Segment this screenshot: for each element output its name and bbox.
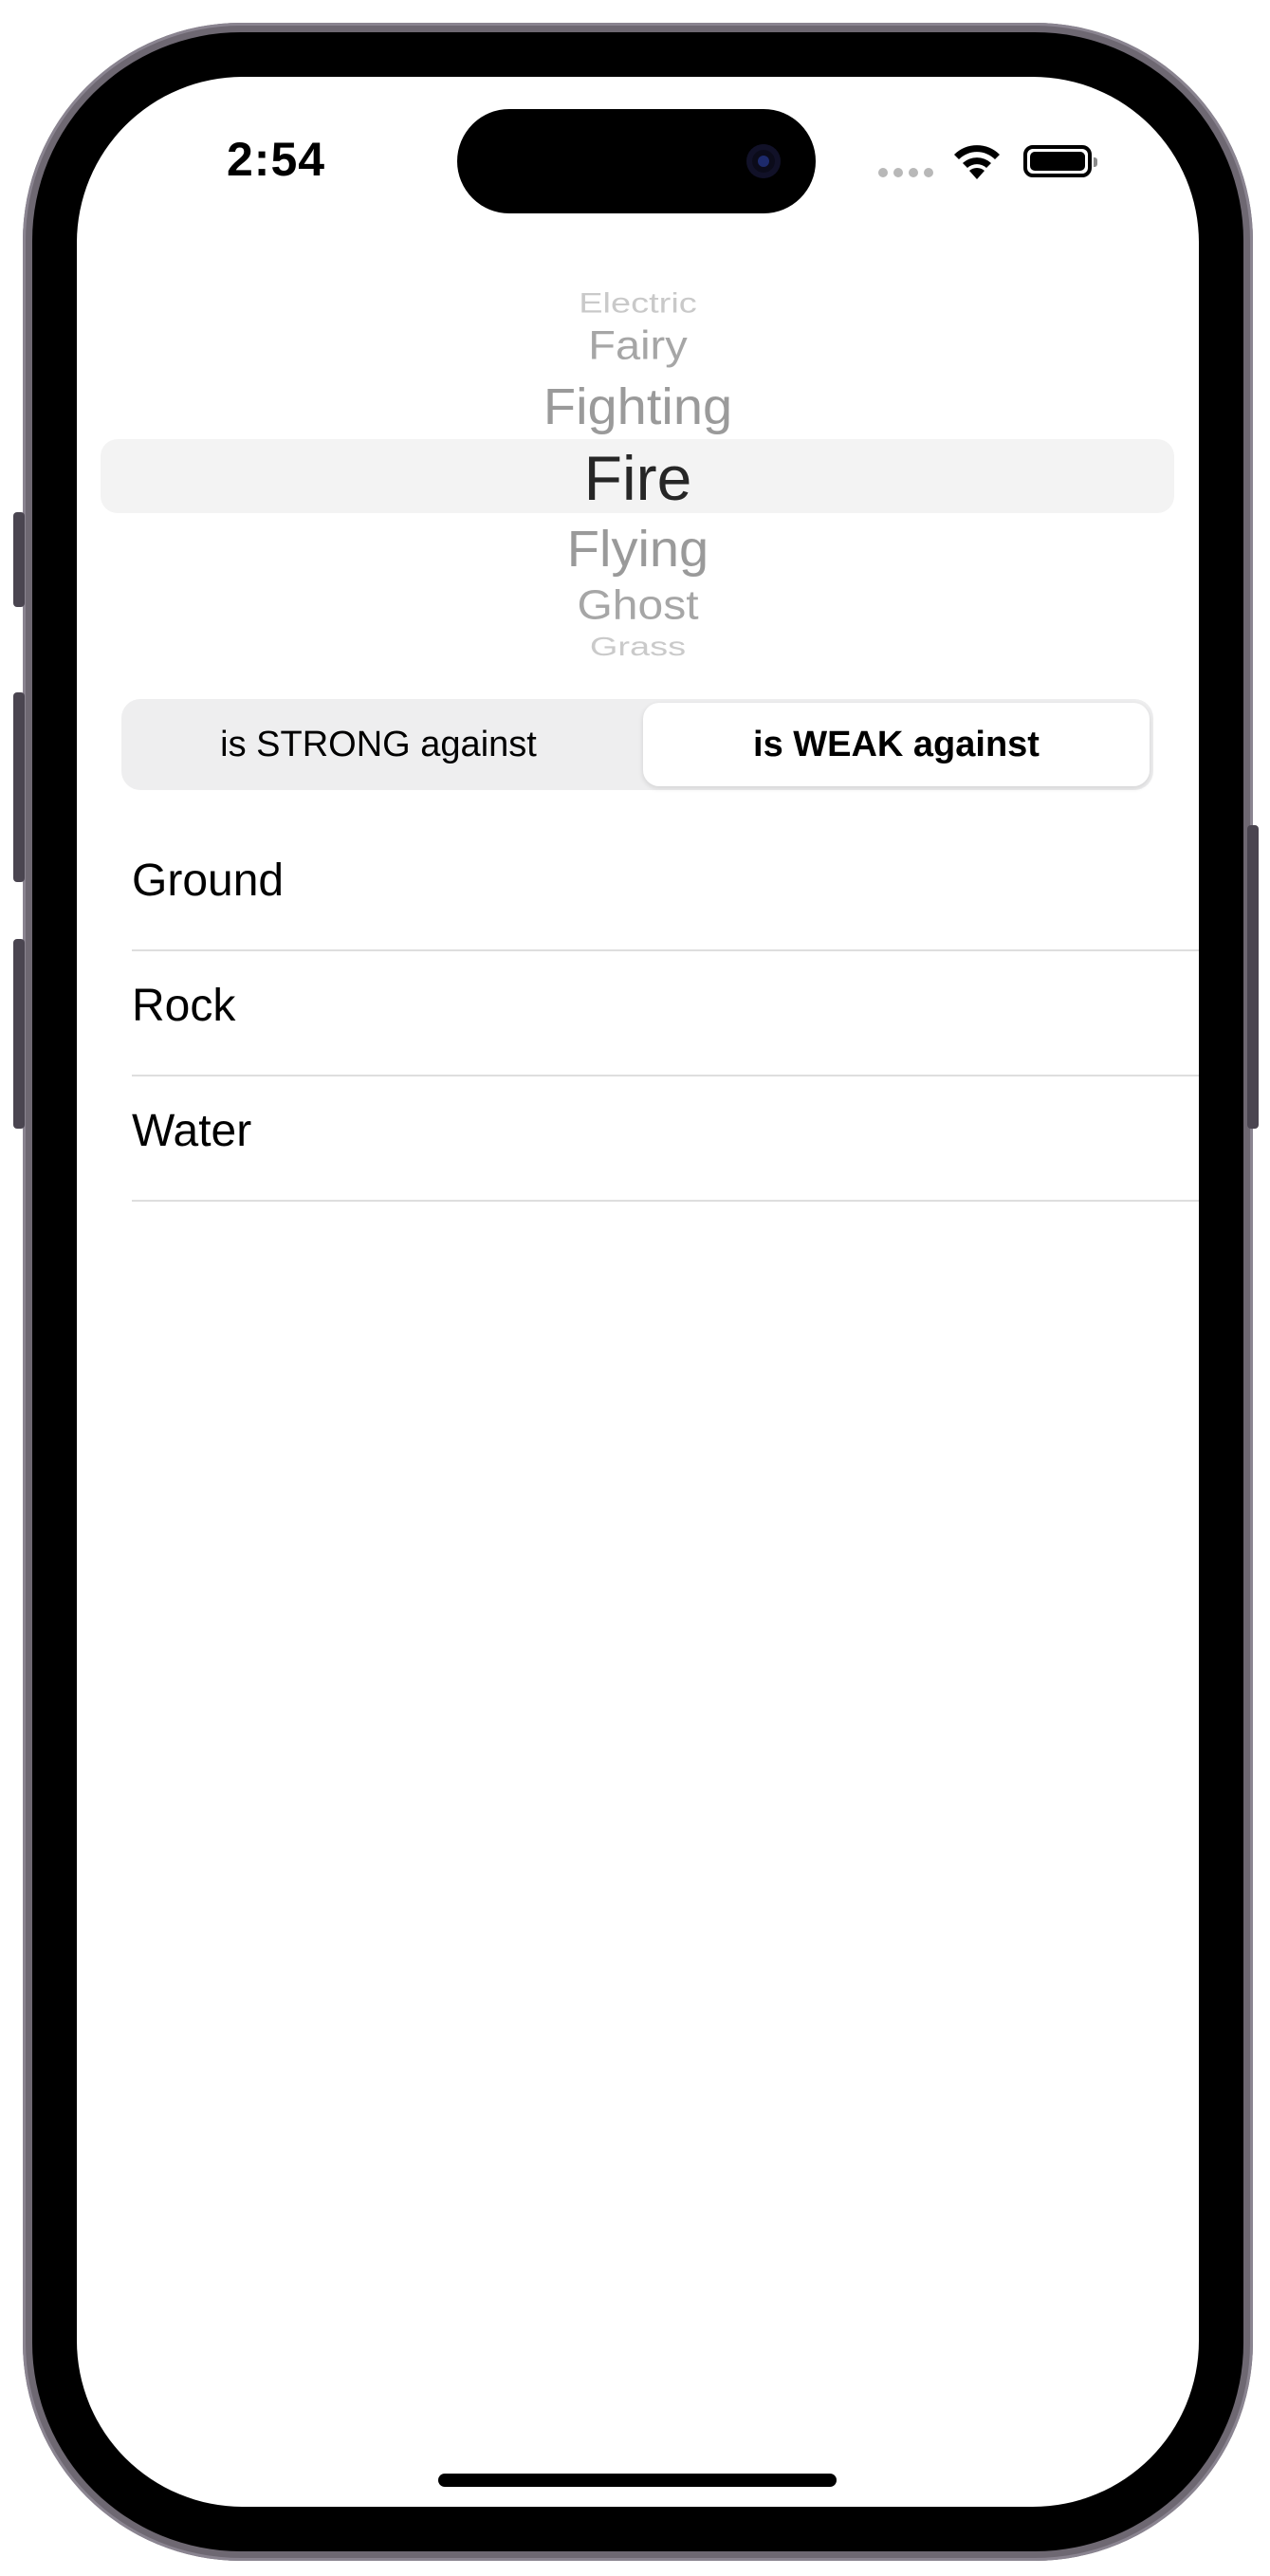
picker-item[interactable]: Grass [77, 633, 1199, 662]
dynamic-island [457, 109, 816, 213]
list-item-label: Rock [132, 981, 236, 1031]
list-item[interactable]: Rock [132, 951, 1199, 1076]
wifi-icon [954, 145, 1000, 179]
front-camera-icon [746, 144, 781, 178]
picker-item[interactable]: Electric [77, 288, 1199, 321]
power-button [1247, 825, 1259, 1129]
cellular-signal-icon [878, 168, 935, 181]
volume-up-button [13, 692, 25, 882]
result-list: Ground Rock Water [132, 826, 1199, 1202]
picker-item[interactable]: Fairy [77, 322, 1199, 369]
battery-icon [1023, 145, 1097, 177]
list-item[interactable]: Water [132, 1076, 1199, 1202]
picker-item[interactable]: Fighting [77, 377, 1199, 435]
list-item[interactable]: Ground [132, 826, 1199, 951]
volume-down-button [13, 939, 25, 1129]
home-indicator[interactable] [438, 2474, 837, 2487]
strength-segmented-control: is STRONG against is WEAK against [121, 699, 1153, 790]
screen: 2:54 Electric Fairy Fighting Fire Flying… [77, 77, 1199, 2507]
action-button [13, 512, 25, 607]
picker-item[interactable]: Ghost [77, 582, 1199, 630]
status-time: 2:54 [227, 133, 326, 186]
list-item-label: Water [132, 1106, 252, 1156]
list-item-label: Ground [132, 856, 285, 906]
picker-item-selected[interactable]: Fire [77, 442, 1199, 514]
segment-weak-against[interactable]: is WEAK against [643, 703, 1150, 786]
segment-strong-against[interactable]: is STRONG against [121, 699, 635, 790]
picker-item[interactable]: Flying [77, 519, 1199, 578]
